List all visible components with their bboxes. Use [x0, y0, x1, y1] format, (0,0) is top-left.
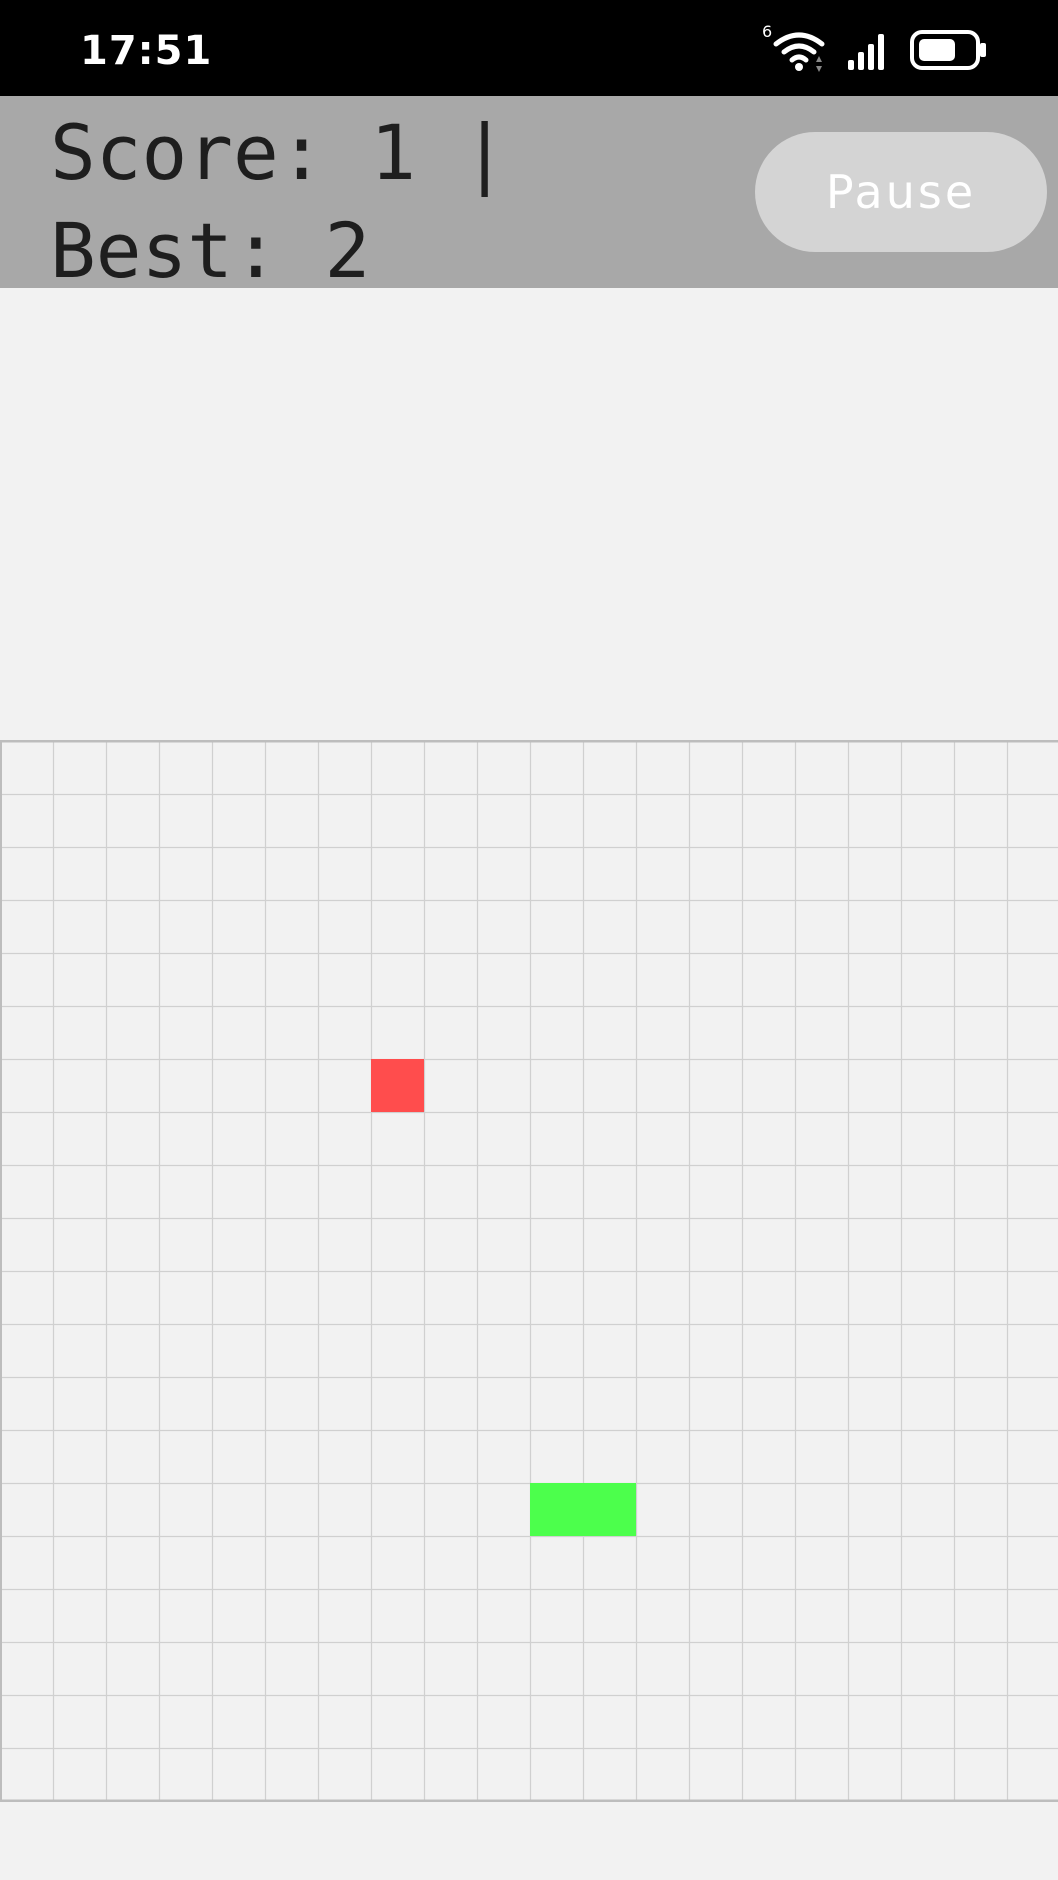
game-board-canvas — [0, 740, 1058, 1802]
snake-head — [530, 1483, 583, 1536]
game-header: Score: 1 | Best: 2 Pause — [0, 96, 1058, 295]
game-board[interactable] — [0, 740, 1058, 1802]
snake-segment — [583, 1483, 636, 1536]
battery-icon — [910, 30, 988, 70]
wifi-badge: 6 — [762, 22, 773, 41]
score-text: Score: 1 | Best: 2 — [50, 108, 508, 295]
status-time: 17:51 — [80, 28, 213, 74]
signal-icon — [846, 30, 892, 70]
food-tile — [371, 1059, 424, 1112]
status-bar: 17:51 6 — [0, 0, 1058, 96]
status-icons: 6 — [762, 22, 988, 72]
wifi-icon: 6 — [762, 22, 828, 72]
pause-button[interactable]: Pause — [755, 132, 1047, 252]
